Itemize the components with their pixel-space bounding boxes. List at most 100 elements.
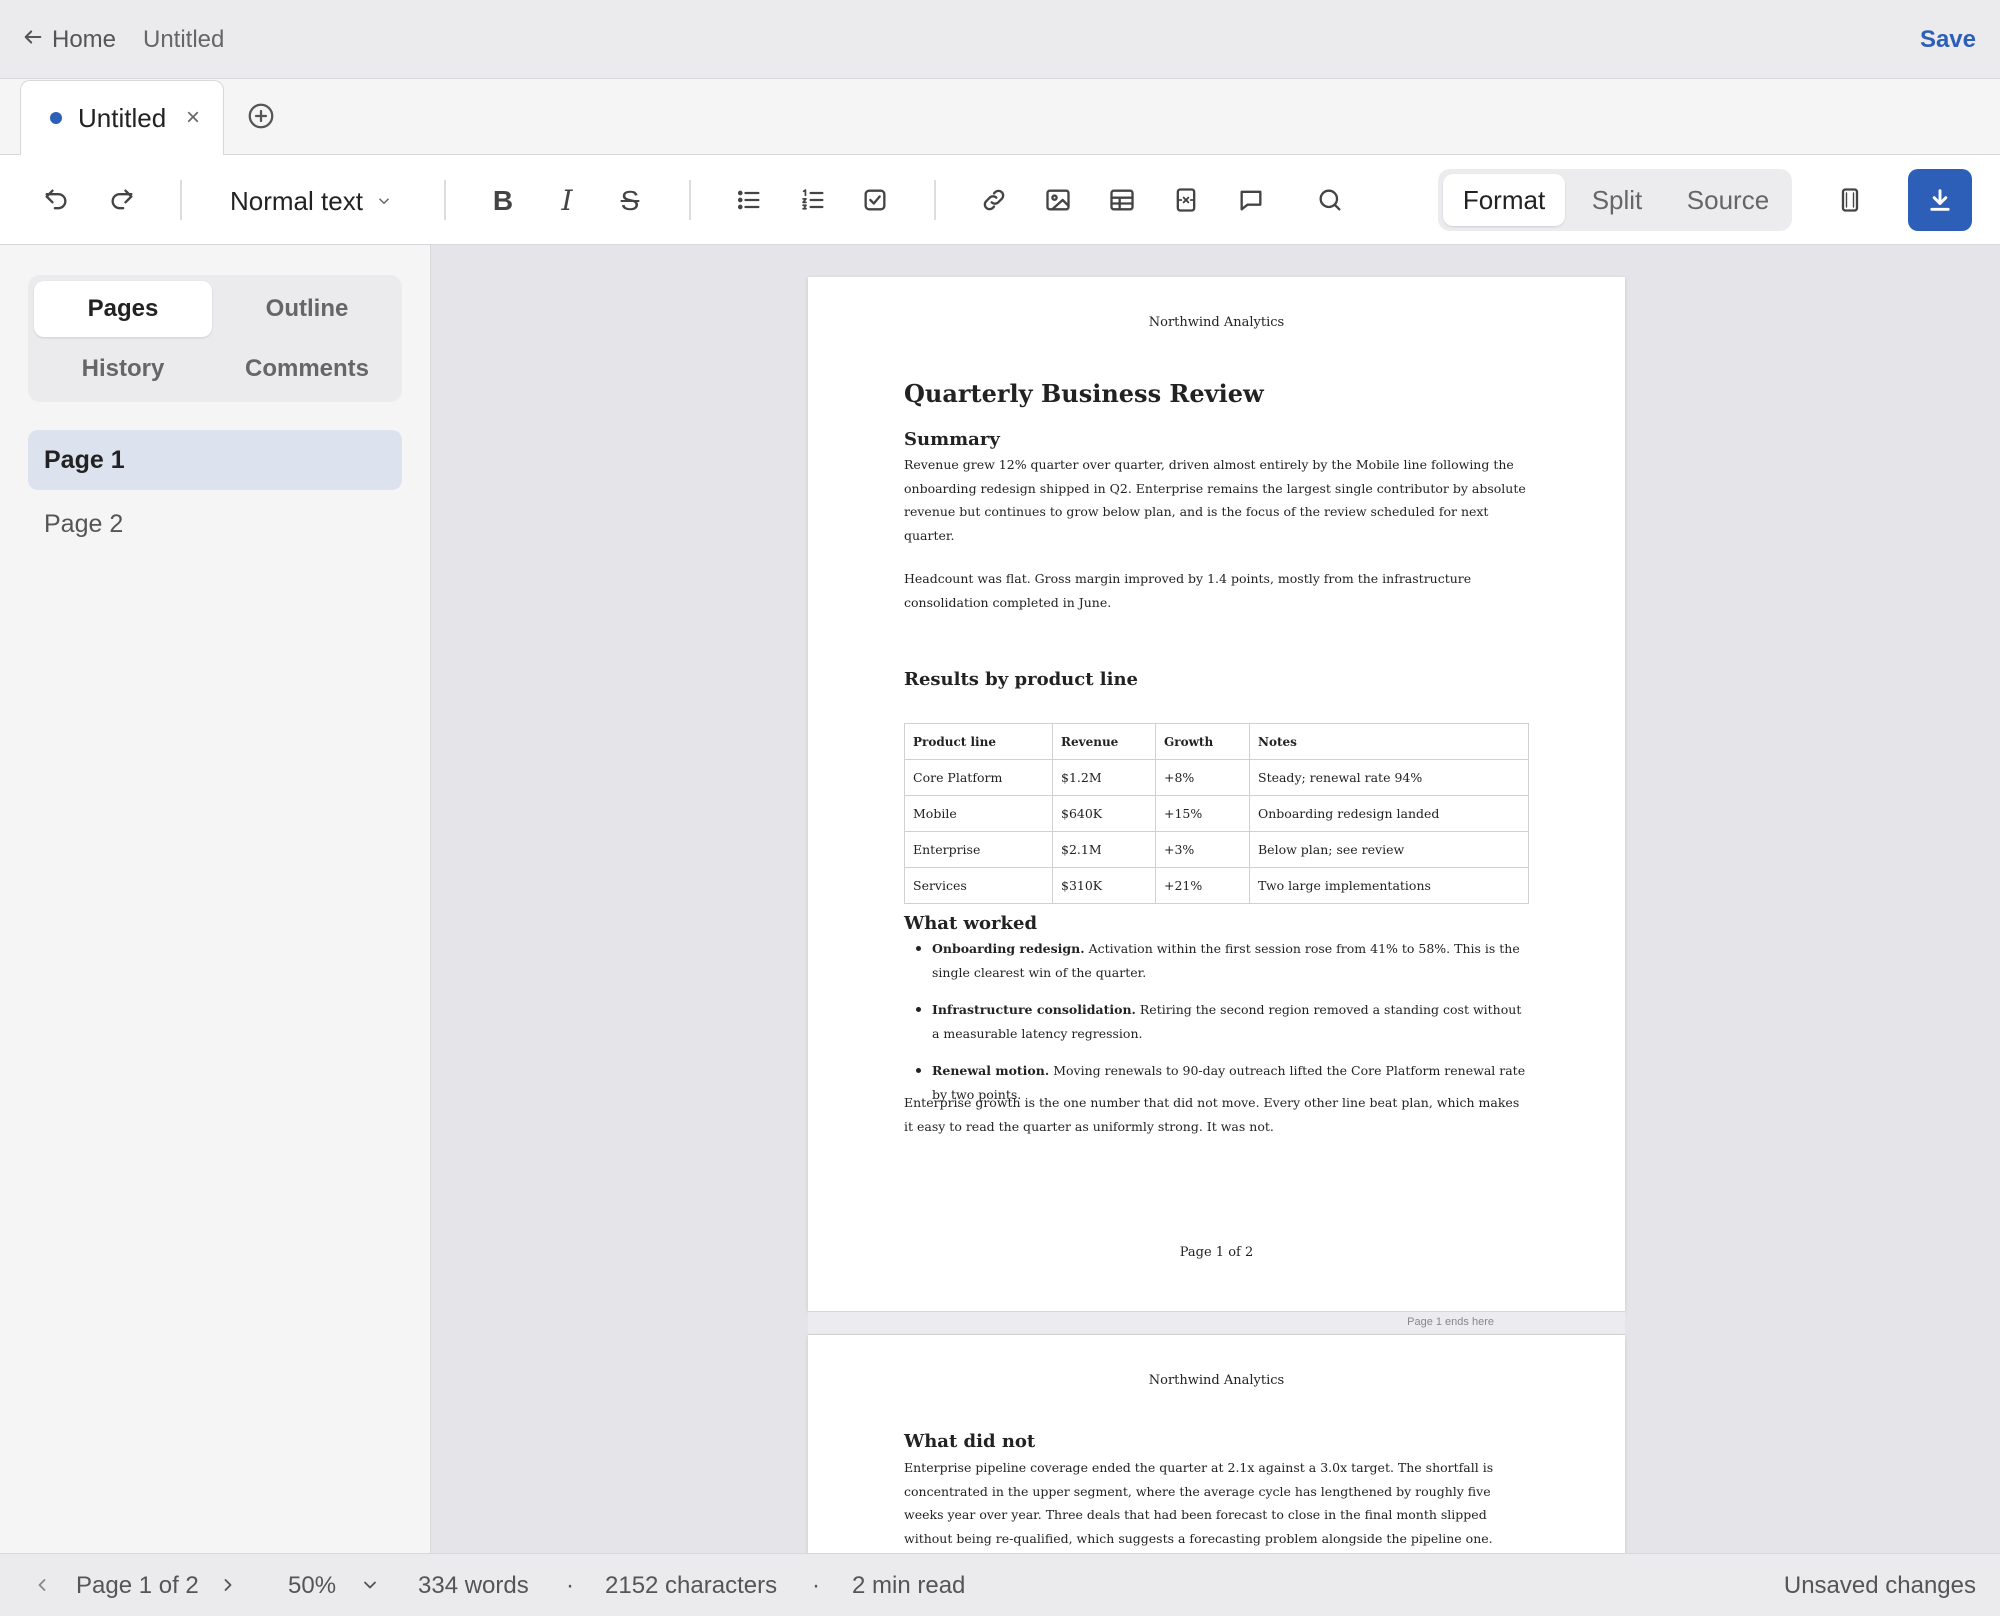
table-row: Mobile $640K +15% Onboarding redesign la… <box>904 795 1529 832</box>
bold-button[interactable]: B <box>487 181 519 221</box>
table-cell: $310K <box>1052 867 1156 904</box>
summary-paragraph-1: Revenue grew 12% quarter over quarter, d… <box>904 457 1526 543</box>
page-header: Northwind Analytics <box>1148 1373 1285 1388</box>
sidebar: Pages Outline History Comments Page 1 Pa… <box>0 245 431 1553</box>
toolbar-divider <box>689 180 691 220</box>
table-cell: $2.1M <box>1052 831 1156 868</box>
character-count: 2152 characters <box>605 1572 778 1599</box>
mode-format[interactable]: Format <box>1443 174 1565 226</box>
table-header-cell: Notes <box>1249 723 1529 760</box>
page-break-marker: Page 1 ends here <box>808 1311 1625 1335</box>
list-item: Infrastructure consolidation. Retiring t… <box>916 998 1529 1045</box>
document-canvas: Northwind Analytics Quarterly Business R… <box>431 245 2000 1553</box>
top-bar: Home Untitled Save <box>0 0 2000 79</box>
table-cell: +8% <box>1155 759 1250 796</box>
tab-strip: Untitled × <box>0 79 2000 156</box>
download-button[interactable] <box>1908 169 1972 231</box>
mode-source[interactable]: Source <box>1669 174 1787 226</box>
results-table: Product line Revenue Growth Notes Core P… <box>904 723 1529 904</box>
chevron-left-icon[interactable] <box>32 1572 52 1604</box>
what-did-not-heading: What did not <box>904 1431 1036 1452</box>
sidebar-tab-history[interactable]: History <box>34 341 212 397</box>
save-state: Unsaved changes <box>1783 1572 1976 1599</box>
page-footer: Page 1 of 2 <box>1179 1245 1254 1260</box>
chevron-right-icon[interactable] <box>218 1572 238 1604</box>
bullet-lead: Renewal motion. <box>932 1063 1050 1078</box>
read-time: 2 min read <box>852 1572 966 1599</box>
sidebar-item-page-2[interactable]: Page 2 <box>28 494 402 554</box>
table-cell: Mobile <box>904 795 1053 832</box>
page-break-label: Page 1 ends here <box>1407 1316 1494 1328</box>
table-row: Core Platform $1.2M +8% Steady; renewal … <box>904 759 1529 796</box>
table-cell: Below plan; see review <box>1249 831 1529 868</box>
table-cell: +21% <box>1155 867 1250 904</box>
tab-close-icon[interactable]: × <box>186 101 200 135</box>
table-header-cell: Revenue <box>1052 723 1156 760</box>
table-cell: +15% <box>1155 795 1250 832</box>
page-view-icon[interactable] <box>1834 184 1866 216</box>
plus-circle-icon[interactable] <box>246 101 276 131</box>
document-tab[interactable]: Untitled × <box>20 80 224 156</box>
bullet-list-icon[interactable] <box>733 184 765 216</box>
italic-button[interactable]: I <box>551 181 583 221</box>
chevron-down-icon <box>375 186 393 217</box>
sidebar-item-page-1[interactable]: Page 1 <box>28 430 402 490</box>
table-row: Enterprise $2.1M +3% Below plan; see rev… <box>904 831 1529 868</box>
checkbox-icon[interactable] <box>859 184 891 216</box>
page-header: Northwind Analytics <box>1148 315 1285 330</box>
summary-heading: Summary <box>904 429 1000 450</box>
table-row: Services $310K +21% Two large implementa… <box>904 867 1529 904</box>
status-separator: · <box>812 1572 820 1599</box>
what-did-not-paragraph: Enterprise pipeline coverage ended the q… <box>904 1460 1494 1546</box>
table-header-cell: Product line <box>904 723 1053 760</box>
status-bar: Page 1 of 2 50% 334 words · 2152 charact… <box>0 1553 2000 1616</box>
table-cell: $1.2M <box>1052 759 1156 796</box>
document-title[interactable]: Untitled <box>143 22 224 58</box>
zoom-level[interactable]: 50% <box>288 1570 336 1602</box>
download-icon <box>1926 186 1954 214</box>
page-indicator: Page 1 of 2 <box>76 1572 199 1599</box>
list-item: Onboarding redesign. Activation within t… <box>916 937 1529 984</box>
table-cell: Services <box>904 867 1053 904</box>
table-icon[interactable] <box>1106 184 1138 216</box>
results-heading: Results by product line <box>904 669 1138 690</box>
strikethrough-button[interactable]: S <box>614 181 646 221</box>
text-style-select[interactable]: Normal text <box>230 181 393 221</box>
sidebar-tab-outline[interactable]: Outline <box>218 281 396 337</box>
toolbar-divider <box>444 180 446 220</box>
status-separator: · <box>566 1572 574 1599</box>
search-icon[interactable] <box>1314 184 1346 216</box>
table-cell: $640K <box>1052 795 1156 832</box>
closing-paragraph: Enterprise growth is the one number that… <box>904 1095 1520 1134</box>
what-worked-heading: What worked <box>904 913 1038 934</box>
sidebar-tab-comments[interactable]: Comments <box>218 341 396 397</box>
home-link[interactable]: Home <box>22 22 116 58</box>
table-cell: Enterprise <box>904 831 1053 868</box>
arrow-left-icon <box>22 26 44 55</box>
bullet-lead: Onboarding redesign. <box>932 941 1085 956</box>
document-page-1[interactable]: Northwind Analytics Quarterly Business R… <box>808 277 1625 1311</box>
comment-icon[interactable] <box>1235 184 1267 216</box>
mode-split[interactable]: Split <box>1569 174 1665 226</box>
table-header-row: Product line Revenue Growth Notes <box>904 723 1529 760</box>
formatting-toolbar: Normal text B I S Format Split Source <box>0 155 2000 245</box>
redo-icon[interactable] <box>106 184 138 216</box>
word-count: 334 words <box>418 1572 529 1599</box>
image-icon[interactable] <box>1042 184 1074 216</box>
save-button[interactable]: Save <box>1920 22 1976 58</box>
link-icon[interactable] <box>978 184 1010 216</box>
numbered-list-icon[interactable] <box>797 184 829 216</box>
undo-icon[interactable] <box>40 184 72 216</box>
toolbar-divider <box>180 180 182 220</box>
table-header-cell: Growth <box>1155 723 1250 760</box>
page-break-icon[interactable] <box>1170 184 1202 216</box>
table-cell: Two large implementations <box>1249 867 1529 904</box>
chevron-down-icon[interactable] <box>360 1572 380 1604</box>
sidebar-tabs: Pages Outline History Comments <box>28 275 402 402</box>
sidebar-tab-pages[interactable]: Pages <box>34 281 212 337</box>
document-page-2[interactable]: Northwind Analytics What did not Enterpr… <box>808 1335 1625 1553</box>
text-style-value: Normal text <box>230 185 363 216</box>
summary-paragraph-2: Headcount was flat. Gross margin improve… <box>904 571 1472 610</box>
home-label: Home <box>52 26 117 53</box>
view-mode-switcher: Format Split Source <box>1438 169 1792 231</box>
